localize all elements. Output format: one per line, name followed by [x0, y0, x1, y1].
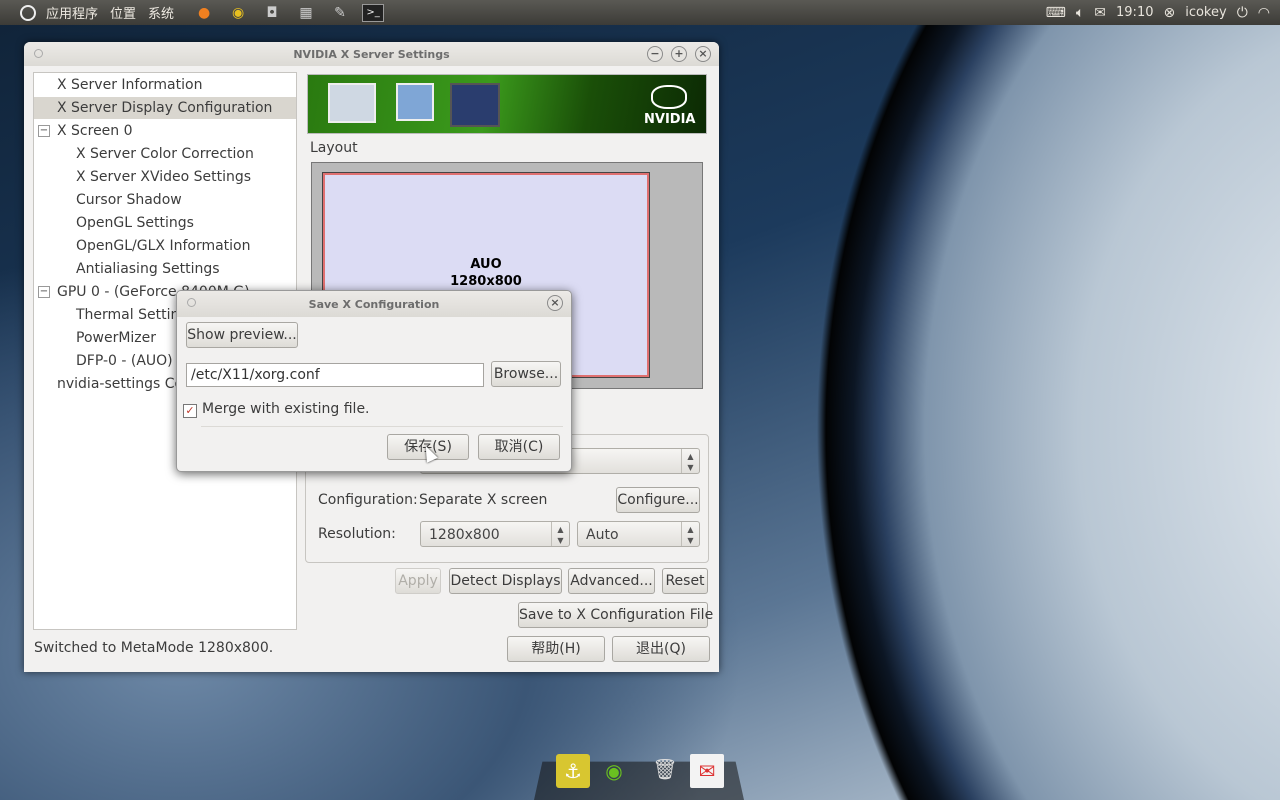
cancel-button[interactable]: 取消(C) [478, 434, 560, 460]
tree-item-label: X Server Information [57, 77, 203, 93]
combo-arrows-icon: ▲ ▼ [681, 522, 699, 546]
tree-item-glx-information[interactable]: OpenGL/GLX Information [34, 235, 296, 257]
configuration-value: Separate X screen [419, 492, 548, 508]
configuration-label: Configuration: [318, 492, 418, 508]
configure-button[interactable]: Configure... [616, 487, 700, 513]
nvidia-logo: NVIDIA [644, 85, 696, 127]
collapse-icon[interactable]: − [38, 125, 50, 137]
tree-item-opengl-settings[interactable]: OpenGL Settings [34, 212, 296, 234]
display-name: AUO [470, 257, 502, 272]
ubuntu-logo-icon[interactable] [20, 4, 36, 21]
wifi-icon[interactable]: ◠ [1258, 5, 1270, 21]
nvidia-eye-icon [651, 85, 687, 109]
close-icon[interactable]: × [695, 46, 711, 62]
window-title: NVIDIA X Server Settings [293, 47, 450, 61]
window-menu-icon[interactable] [34, 49, 43, 58]
tree-item-label: DFP-0 - (AUO) [76, 353, 173, 369]
nvidia-brand-text: NVIDIA [644, 112, 696, 127]
show-preview-button[interactable]: Show preview... [186, 322, 298, 348]
combo-arrows-icon: ▲ ▼ [551, 522, 569, 546]
dialog-title: Save X Configuration [308, 297, 440, 311]
nvidia-icon[interactable]: ◉ [597, 754, 631, 788]
volume-icon[interactable]: 🔈︎ [1076, 5, 1084, 21]
tree-item-label: X Screen 0 [57, 123, 133, 139]
firefox-icon[interactable]: ● [192, 2, 216, 24]
tree-item-x-server-information[interactable]: X Server Information [34, 74, 296, 96]
close-icon[interactable]: × [547, 295, 563, 311]
tree-item-cursor-shadow[interactable]: Cursor Shadow [34, 189, 296, 211]
top-panel: 应用程序 位置 系统 ● ◉ ◘ ▦ ✎ >_ ⌨ 🔈︎ ✉ 19:10 ⊗ i… [0, 0, 1280, 25]
tree-item-x-screen-0[interactable]: − X Screen 0 [34, 120, 296, 142]
tree-item-color-correction[interactable]: X Server Color Correction [34, 143, 296, 165]
dialog-titlebar[interactable]: Save X Configuration × [177, 291, 571, 317]
menu-applications[interactable]: 应用程序 [40, 3, 104, 22]
reset-button[interactable]: Reset [662, 568, 708, 594]
tree-item-label: Antialiasing Settings [76, 261, 220, 277]
save-x-configuration-dialog: Save X Configuration × Show preview... /… [176, 290, 572, 472]
save-to-config-file-button[interactable]: Save to X Configuration File [518, 602, 713, 628]
user-name[interactable]: icokey [1185, 5, 1226, 20]
advanced-button[interactable]: Advanced... [568, 568, 655, 594]
refresh-rate-select[interactable]: Auto ▲ ▼ [577, 521, 700, 547]
monitor-icon [450, 83, 500, 127]
window-titlebar[interactable]: NVIDIA X Server Settings − + × [24, 42, 719, 66]
tree-item-label: X Server Display Configuration [57, 100, 273, 116]
apply-button[interactable]: Apply [395, 568, 441, 594]
help-button[interactable]: 帮助(H) [507, 636, 605, 662]
chrome-icon[interactable]: ◉ [226, 2, 250, 24]
calculator-icon[interactable]: ▦ [294, 2, 318, 24]
tree-item-antialiasing-settings[interactable]: Antialiasing Settings [34, 258, 296, 280]
menu-system[interactable]: 系统 [142, 3, 180, 22]
resolution-select[interactable]: 1280x800 ▲ ▼ [420, 521, 570, 547]
collapse-icon[interactable]: − [38, 286, 50, 298]
disk-icon[interactable]: ◘ [260, 2, 284, 24]
layout-label: Layout [310, 140, 358, 156]
tree-item-x-server-display-configuration[interactable]: X Server Display Configuration [34, 97, 296, 119]
display-resolution: 1280x800 [450, 274, 522, 289]
nvidia-banner: NVIDIA [307, 74, 707, 134]
tree-item-label: X Server Color Correction [76, 146, 254, 162]
refresh-rate-value: Auto [586, 527, 619, 543]
window-menu-icon[interactable] [187, 298, 196, 307]
clock[interactable]: 19:10 [1116, 5, 1153, 20]
anchor-icon[interactable]: ⚓ [556, 754, 590, 788]
keyboard-icon[interactable]: ⌨ [1046, 5, 1066, 21]
minimize-icon[interactable]: − [647, 46, 663, 62]
tree-item-label: OpenGL/GLX Information [76, 238, 251, 254]
tree-item-xvideo-settings[interactable]: X Server XVideo Settings [34, 166, 296, 188]
tree-item-label: PowerMizer [76, 330, 157, 346]
maximize-icon[interactable]: + [671, 46, 687, 62]
text-editor-icon[interactable]: ✎ [328, 2, 352, 24]
gmail-icon[interactable]: ✉ [690, 754, 724, 788]
menu-places[interactable]: 位置 [104, 3, 142, 22]
resolution-value: 1280x800 [429, 527, 500, 543]
mail-icon[interactable]: ✉ [1094, 5, 1106, 21]
tree-item-label: Cursor Shadow [76, 192, 182, 208]
status-text: Switched to MetaMode 1280x800. [34, 640, 274, 656]
monitor-icon [328, 83, 376, 123]
power-icon[interactable]: ⏻ [1237, 5, 1248, 21]
tree-item-label: X Server XVideo Settings [76, 169, 252, 185]
combo-arrows-icon: ▲ ▼ [681, 449, 699, 473]
tree-item-label: OpenGL Settings [76, 215, 194, 231]
terminal-icon[interactable]: >_ [362, 3, 385, 22]
detect-displays-button[interactable]: Detect Displays [449, 568, 562, 594]
user-status-icon: ⊗ [1163, 4, 1176, 21]
quit-button[interactable]: 退出(Q) [612, 636, 710, 662]
resolution-label: Resolution: [318, 526, 396, 542]
merge-label: Merge with existing file. [202, 401, 370, 417]
monitor-icon [396, 83, 434, 121]
merge-checkbox[interactable]: ✓ [183, 404, 197, 418]
config-path-input[interactable]: /etc/X11/xorg.conf [186, 363, 484, 387]
trash-icon[interactable]: 🗑︎ [648, 752, 682, 786]
browse-button[interactable]: Browse... [491, 361, 561, 387]
dialog-separator [201, 426, 563, 427]
